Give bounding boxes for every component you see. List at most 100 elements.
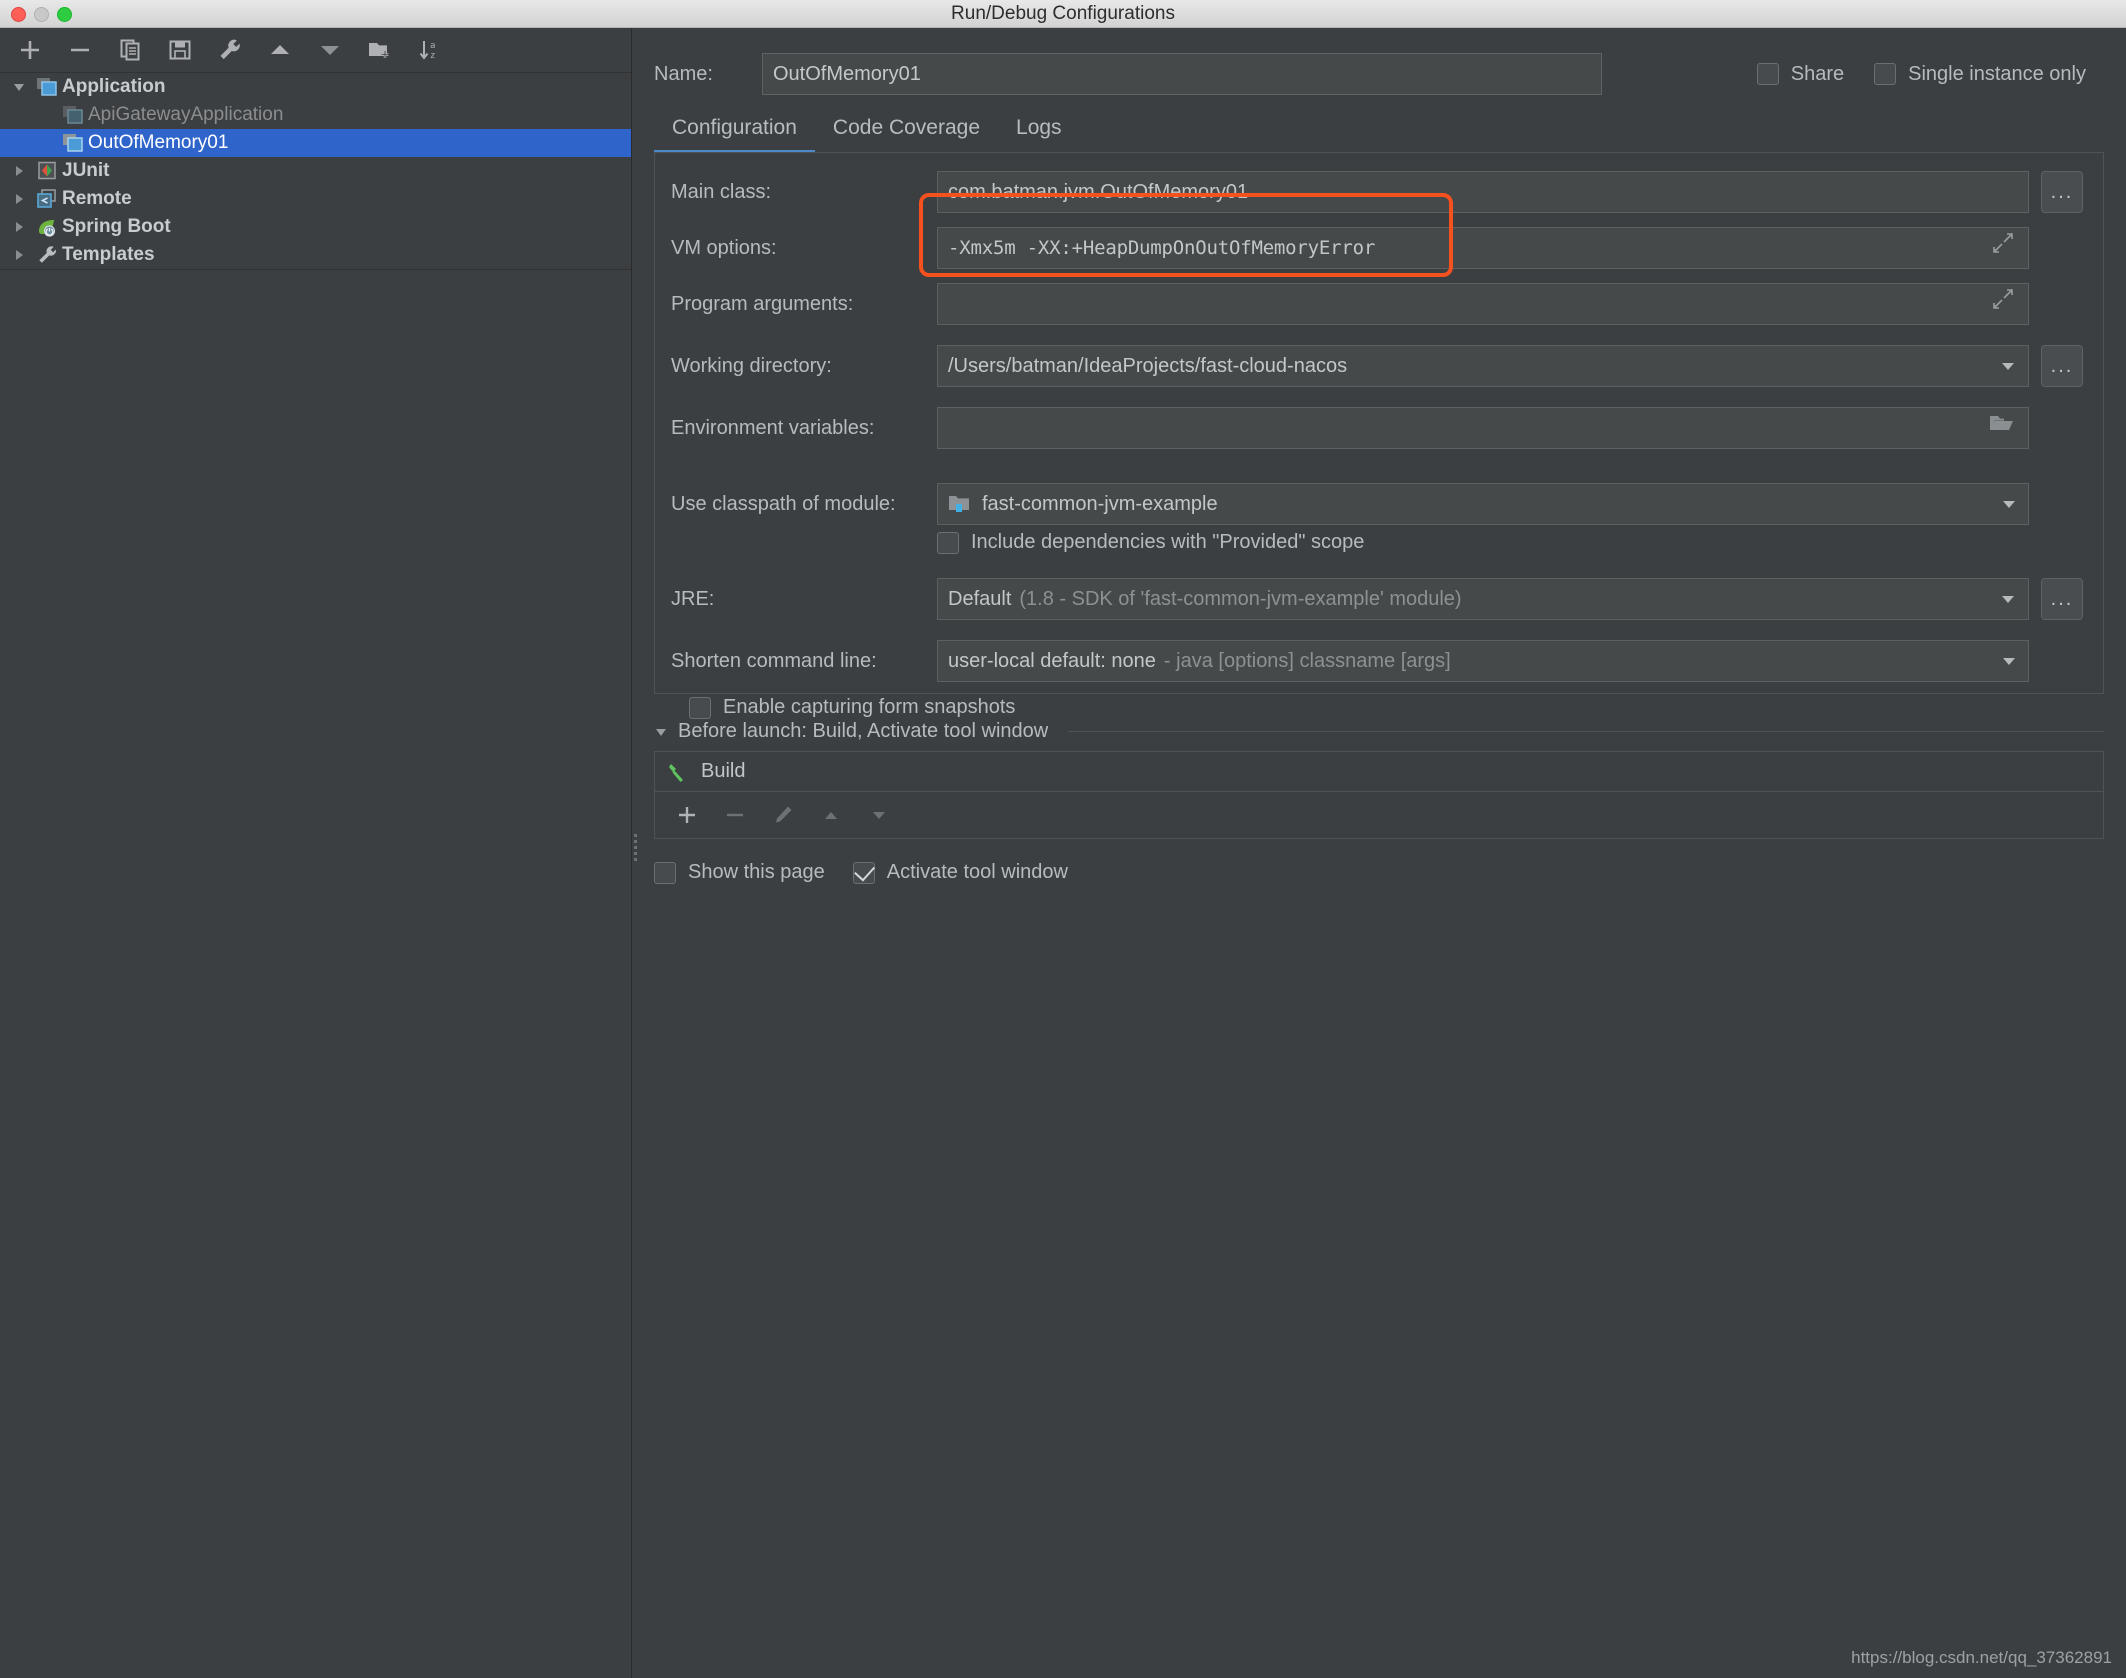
main-class-input[interactable]: com.batman.jvm.OutOfMemory01	[937, 171, 2029, 213]
tab-code-coverage[interactable]: Code Coverage	[815, 116, 998, 152]
checkbox-box[interactable]	[1756, 63, 1779, 85]
watermark-text: https://blog.csdn.net/qq_37362891	[1851, 1648, 2112, 1667]
configurations-tree[interactable]: Application ApiGatewayApplication OutOfM…	[0, 72, 631, 270]
window-titlebar: Run/Debug Configurations	[0, 0, 2126, 28]
chevron-right-icon[interactable]	[6, 248, 32, 262]
shorten-command-line-label: Shorten command line:	[671, 649, 877, 672]
window-title: Run/Debug Configurations	[951, 2, 1175, 24]
svg-text:a: a	[430, 41, 435, 51]
program-arguments-input[interactable]	[937, 283, 2029, 325]
vm-options-label: VM options:	[671, 236, 777, 259]
chevron-down-icon[interactable]	[6, 80, 32, 94]
editor-tabs[interactable]: Configuration Code Coverage Logs	[632, 102, 2126, 154]
expand-icon[interactable]	[1992, 284, 2018, 324]
zoom-button[interactable]	[57, 7, 72, 22]
tree-item-label: ApiGatewayApplication	[88, 104, 284, 125]
move-task-down-button	[859, 798, 899, 832]
module-icon	[948, 493, 972, 515]
chevron-right-icon[interactable]	[6, 220, 32, 234]
sort-az-icon[interactable]: a z	[408, 32, 452, 68]
add-task-button[interactable]	[667, 798, 707, 832]
enable-form-snapshots-checkbox[interactable]: Enable capturing form snapshots	[689, 696, 1015, 719]
jre-browse-button[interactable]: ...	[2041, 578, 2083, 620]
edit-task-button	[763, 798, 803, 832]
vm-options-input[interactable]: -Xmx5m -XX:+HeapDumpOnOutOfMemoryError	[937, 227, 2029, 269]
close-button[interactable]	[11, 7, 26, 22]
before-launch-header[interactable]: Before launch: Build, Activate tool wind…	[654, 720, 2104, 743]
name-row-options: Share Single instance only	[1756, 62, 2104, 86]
chevron-down-icon[interactable]	[654, 725, 668, 739]
main-class-row: Main class: com.batman.jvm.OutOfMemory01…	[671, 171, 2083, 213]
before-launch-task-build[interactable]: Build	[655, 752, 2103, 792]
expand-icon[interactable]	[1992, 228, 2018, 268]
chevron-right-icon[interactable]	[6, 164, 32, 178]
remove-configuration-button[interactable]	[58, 32, 102, 68]
tree-item-remote[interactable]: Remote	[0, 185, 631, 213]
jre-combobox[interactable]: Default (1.8 - SDK of 'fast-common-jvm-e…	[937, 578, 1987, 620]
new-folder-button[interactable]	[358, 32, 402, 68]
share-label: Share	[1790, 62, 1845, 85]
wrench-icon	[32, 245, 62, 265]
tab-configuration[interactable]: Configuration	[654, 116, 815, 154]
show-this-page-checkbox[interactable]: Show this page	[654, 861, 825, 884]
checkbox-box[interactable]	[1874, 63, 1897, 85]
window-controls[interactable]	[11, 7, 72, 22]
add-configuration-button[interactable]	[8, 32, 52, 68]
tree-item-templates[interactable]: Templates	[0, 241, 631, 269]
tree-item-spring-boot[interactable]: Spring Boot	[0, 213, 631, 241]
tree-item-application[interactable]: Application	[0, 73, 631, 101]
shorten-command-line-row: Shorten command line: user-local default…	[671, 640, 2083, 682]
copy-configuration-button[interactable]	[108, 32, 152, 68]
working-directory-input[interactable]: /Users/batman/IdeaProjects/fast-cloud-na…	[937, 345, 1987, 387]
minimize-button[interactable]	[34, 7, 49, 22]
chevron-right-icon[interactable]	[6, 192, 32, 206]
jre-dropdown-button[interactable]	[1987, 578, 2029, 620]
activate-tool-window-checkbox[interactable]: Activate tool window	[852, 861, 1068, 884]
folder-icon[interactable]	[1988, 408, 2018, 448]
tree-item-label: Templates	[62, 244, 155, 265]
include-provided-checkbox[interactable]: Include dependencies with "Provided" sco…	[937, 531, 1364, 554]
save-configuration-button[interactable]	[158, 32, 202, 68]
move-down-button[interactable]	[308, 32, 352, 68]
single-instance-checkbox[interactable]: Single instance only	[1874, 63, 2086, 86]
jre-value-hint: (1.8 - SDK of 'fast-common-jvm-example' …	[1019, 587, 1462, 610]
before-launch-task-list[interactable]: Build	[654, 751, 2104, 839]
before-launch-divider	[1068, 731, 2104, 732]
use-classpath-of-module-row: Use classpath of module: fast-common-jvm…	[671, 483, 2083, 525]
checkbox-box[interactable]	[852, 861, 875, 884]
tree-item-junit[interactable]: JUnit	[0, 157, 631, 185]
use-classpath-of-module-label: Use classpath of module:	[671, 492, 896, 515]
before-launch-options: Show this page Activate tool window	[654, 861, 2082, 884]
name-input[interactable]: OutOfMemory01	[762, 53, 1602, 95]
checkbox-box[interactable]	[937, 531, 959, 554]
use-classpath-of-module-combobox[interactable]: fast-common-jvm-example	[937, 483, 2029, 525]
shorten-command-line-value: user-local default: none	[948, 649, 1156, 672]
move-up-button[interactable]	[258, 32, 302, 68]
tree-item-label: JUnit	[62, 160, 110, 181]
name-label: Name:	[654, 62, 713, 85]
main-class-browse-button[interactable]: ...	[2041, 171, 2083, 213]
tree-toolbar: a z	[0, 28, 631, 72]
enable-form-snapshots-label: Enable capturing form snapshots	[723, 696, 1016, 718]
working-directory-browse-button[interactable]: ...	[2041, 345, 2083, 387]
enable-form-snapshots-row: Enable capturing form snapshots	[689, 696, 2083, 719]
shorten-command-line-combobox[interactable]: user-local default: none - java [options…	[937, 640, 2029, 682]
include-provided-row: Include dependencies with "Provided" sco…	[937, 531, 2083, 554]
chevron-down-icon[interactable]	[1994, 652, 2018, 670]
svg-text:z: z	[430, 51, 435, 61]
pane-splitter-handle[interactable]	[632, 831, 639, 875]
single-instance-label: Single instance only	[1908, 62, 2086, 85]
tree-item-apigatewayapplication[interactable]: ApiGatewayApplication	[0, 101, 631, 129]
wrench-icon[interactable]	[208, 32, 252, 68]
tab-logs[interactable]: Logs	[998, 116, 1080, 152]
share-checkbox[interactable]: Share	[1756, 62, 1845, 86]
checkbox-box[interactable]	[689, 696, 711, 719]
environment-variables-input[interactable]	[937, 407, 2029, 449]
program-arguments-label: Program arguments:	[671, 292, 854, 315]
checkbox-box[interactable]	[654, 861, 676, 884]
before-launch-section: Before launch: Build, Activate tool wind…	[654, 720, 2104, 884]
use-classpath-of-module-value: fast-common-jvm-example	[982, 492, 1218, 515]
chevron-down-icon[interactable]	[1994, 495, 2018, 513]
working-directory-dropdown-button[interactable]	[1987, 345, 2029, 387]
tree-item-outofmemory01[interactable]: OutOfMemory01	[0, 129, 631, 157]
